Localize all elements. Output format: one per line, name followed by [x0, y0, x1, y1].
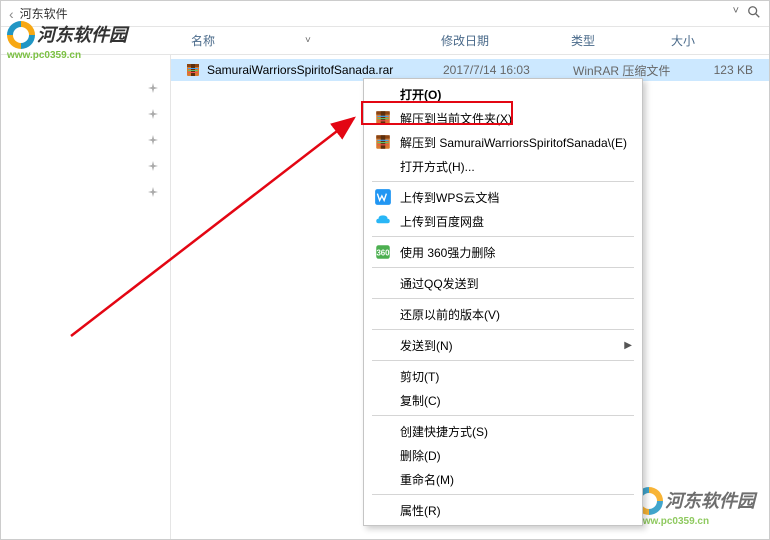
360-icon: 360 — [374, 243, 392, 261]
watermark-logo: 河东软件园 www.pc0359.cn — [635, 487, 755, 527]
baidu-cloud-icon — [374, 212, 392, 230]
menu-separator — [372, 415, 634, 416]
pin-item[interactable] — [1, 75, 170, 101]
svg-text:360: 360 — [376, 248, 390, 257]
menu-separator — [372, 329, 634, 330]
file-name: SamuraiWarriorsSpiritofSanada.rar — [207, 63, 443, 77]
pin-item[interactable] — [1, 127, 170, 153]
back-icon[interactable]: ‹ — [9, 6, 14, 22]
submenu-arrow-icon: ▶ — [624, 340, 632, 351]
menu-separator — [372, 181, 634, 182]
file-size: 123 KB — [683, 63, 763, 77]
menu-360-delete[interactable]: 360 使用 360强力删除 — [366, 240, 640, 264]
menu-extract-here[interactable]: 解压到当前文件夹(X) — [366, 106, 640, 130]
file-date: 2017/7/14 16:03 — [443, 63, 573, 77]
menu-upload-baidu[interactable]: 上传到百度网盘 — [366, 209, 640, 233]
column-type-header[interactable]: 类型 — [561, 32, 661, 49]
logo-text: 河东软件园 — [37, 26, 127, 44]
menu-separator — [372, 360, 634, 361]
menu-open[interactable]: 打开(O) — [366, 82, 640, 106]
menu-separator — [372, 236, 634, 237]
wps-icon — [374, 188, 392, 206]
pin-item[interactable] — [1, 179, 170, 205]
menu-send-to[interactable]: 发送到(N) ▶ — [366, 333, 640, 357]
pin-item[interactable] — [1, 101, 170, 127]
menu-rename[interactable]: 重命名(M) — [366, 467, 640, 491]
rar-file-icon — [185, 62, 201, 78]
menu-cut[interactable]: 剪切(T) — [366, 364, 640, 388]
dropdown-icon[interactable]: ˅ — [733, 5, 739, 22]
menu-properties[interactable]: 属性(R) — [366, 498, 640, 522]
context-menu: 打开(O) 解压到当前文件夹(X) 解压到 SamuraiWarriorsSpi… — [363, 78, 643, 526]
menu-separator — [372, 494, 634, 495]
menu-separator — [372, 298, 634, 299]
menu-qq-send[interactable]: 通过QQ发送到 — [366, 271, 640, 295]
menu-delete[interactable]: 删除(D) — [366, 443, 640, 467]
window-title: 河东软件 — [20, 5, 727, 22]
search-icon[interactable] — [747, 5, 761, 22]
file-type: WinRAR 压缩文件 — [573, 62, 683, 79]
column-name-header[interactable]: 名称 ˅ — [171, 32, 431, 49]
rar-icon — [374, 109, 392, 127]
columns-header: 河东软件园 www.pc0359.cn 名称 ˅ 修改日期 类型 大小 — [1, 27, 769, 55]
rar-icon — [374, 133, 392, 151]
menu-restore-versions[interactable]: 还原以前的版本(V) — [366, 302, 640, 326]
menu-copy[interactable]: 复制(C) — [366, 388, 640, 412]
menu-upload-wps[interactable]: 上传到WPS云文档 — [366, 185, 640, 209]
pin-item[interactable] — [1, 153, 170, 179]
quick-access-sidebar — [1, 55, 171, 539]
menu-extract-to[interactable]: 解压到 SamuraiWarriorsSpiritofSanada\(E) — [366, 130, 640, 154]
menu-create-shortcut[interactable]: 创建快捷方式(S) — [366, 419, 640, 443]
sort-indicator-icon: ˅ — [305, 35, 311, 46]
logo-icon — [7, 21, 35, 49]
column-size-header[interactable]: 大小 — [661, 32, 761, 49]
menu-separator — [372, 267, 634, 268]
column-date-header[interactable]: 修改日期 — [431, 32, 561, 49]
menu-open-with[interactable]: 打开方式(H)... — [366, 154, 640, 178]
